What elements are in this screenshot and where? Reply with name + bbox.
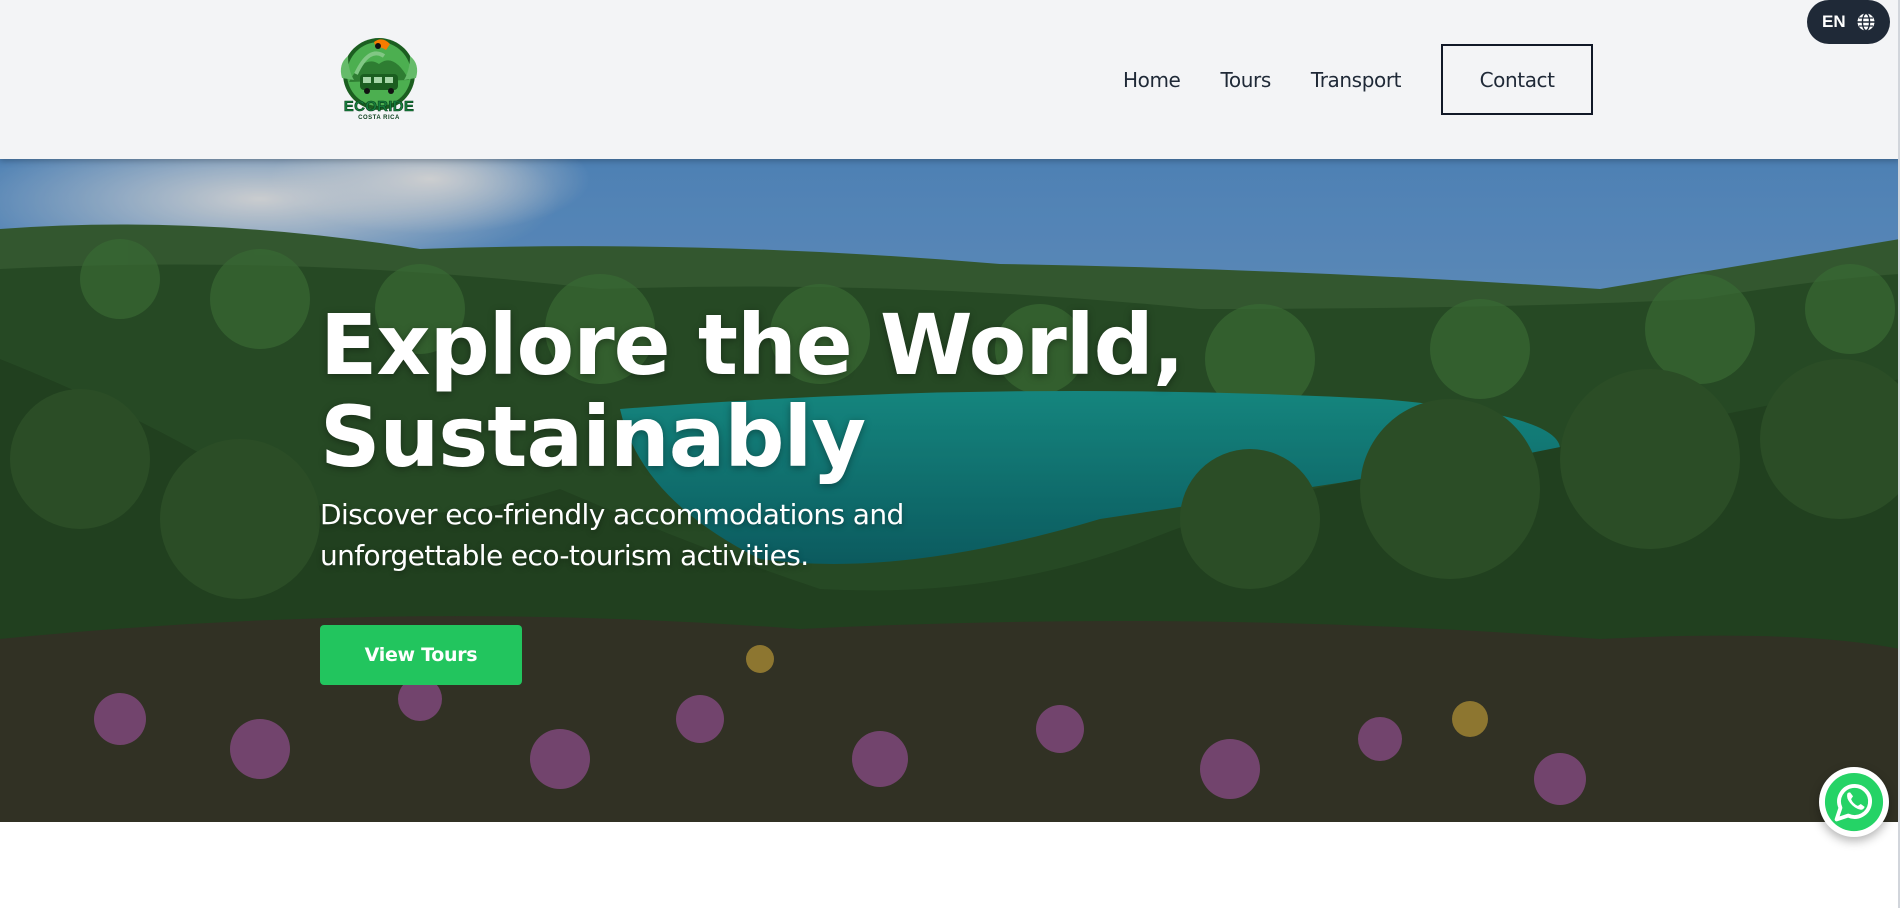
- whatsapp-chat-button[interactable]: [1819, 767, 1889, 837]
- nav-link-tours[interactable]: Tours: [1220, 68, 1271, 92]
- hero-subtitle: Discover eco-friendly accommodations and…: [320, 494, 940, 576]
- language-code: EN: [1822, 12, 1846, 31]
- contact-button[interactable]: Contact: [1441, 44, 1594, 115]
- logo-wordmark: ECORIDE: [343, 98, 415, 115]
- hero-title-line-1: Explore the World,: [320, 296, 1185, 394]
- main-nav: Home Tours Transport Contact: [1107, 0, 1594, 159]
- nav-link-home[interactable]: Home: [1123, 68, 1181, 92]
- hero-title: Explore the World, Sustainably: [320, 299, 1220, 483]
- hero-dim-overlay: [0, 159, 1900, 822]
- hero-title-line-2: Sustainably: [320, 388, 866, 486]
- hero-subtitle-line-1: Discover eco-friendly accommodations and: [320, 498, 904, 531]
- view-tours-button[interactable]: View Tours: [320, 625, 522, 685]
- language-switcher[interactable]: EN: [1807, 0, 1890, 44]
- hero-section: Explore the World, Sustainably Discover …: [0, 159, 1900, 822]
- hero-subtitle-line-2: unforgettable eco-tourism activities.: [320, 539, 809, 572]
- site-header: ECORIDE COSTA RICA Home Tours Transport …: [0, 0, 1900, 159]
- whatsapp-icon: [1824, 772, 1884, 832]
- logo-tagline: COSTA RICA: [358, 115, 400, 121]
- globe-icon: [1856, 12, 1876, 32]
- nav-link-transport[interactable]: Transport: [1311, 68, 1402, 92]
- ecoride-logo[interactable]: ECORIDE COSTA RICA: [334, 34, 424, 124]
